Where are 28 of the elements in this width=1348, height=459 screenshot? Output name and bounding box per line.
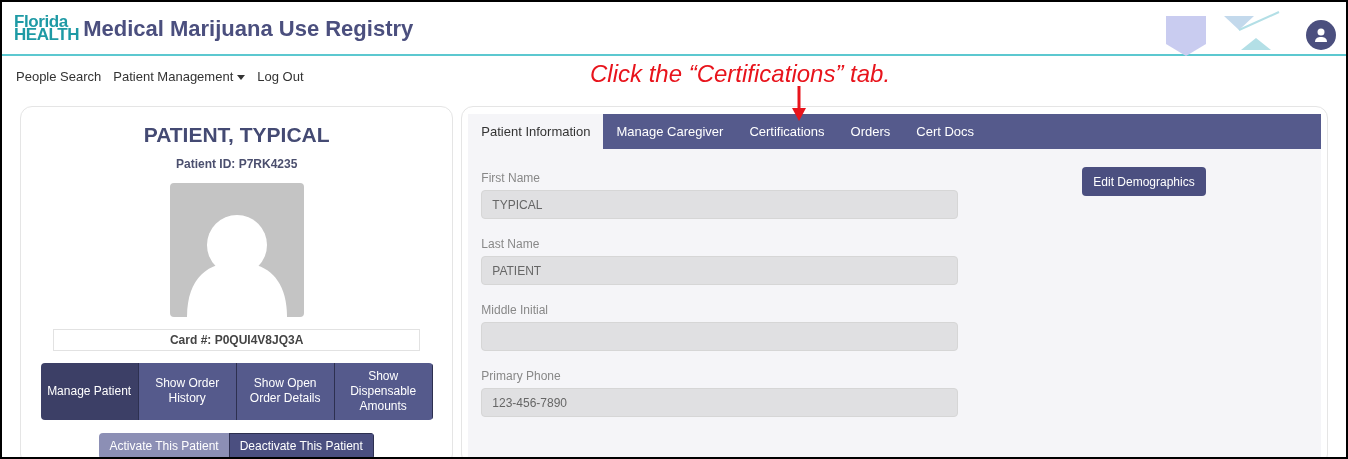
annotation-arrow [791, 86, 807, 122]
tab[interactable]: Orders [837, 114, 904, 149]
field-label: Primary Phone [481, 368, 562, 385]
logo-text: Florida [14, 15, 69, 28]
card-number: Card #: P0QUI4V8JQ3A [53, 328, 421, 351]
logo-text: HEALTH [14, 28, 80, 41]
tab[interactable]: Certifications [736, 114, 838, 149]
field-label: Last Name [481, 236, 541, 253]
tab[interactable]: Cert Docs [903, 114, 988, 149]
nav-link[interactable]: People Search [16, 67, 102, 87]
tab[interactable]: Patient Information [468, 114, 604, 149]
tab[interactable]: Manage Caregiver [603, 114, 737, 149]
instruction-annotation: Click the “Certifications” tab. [590, 59, 891, 89]
action-button[interactable]: Manage Patient [40, 362, 139, 420]
patient-name: PATIENT, TYPICAL [143, 122, 330, 148]
edit-demographics-button[interactable]: Edit Demographics [1082, 167, 1206, 196]
action-button[interactable]: Show Open Order Details [236, 362, 335, 420]
nav-link[interactable]: Log Out [257, 67, 304, 87]
caret-icon [237, 74, 246, 80]
action-button[interactable]: Show Order History [138, 362, 237, 420]
field-label: Middle Initial [481, 302, 549, 319]
patient-id: Patient ID: P7RK4235 [175, 155, 298, 173]
nav-dropdown[interactable]: Patient Management [113, 67, 246, 87]
user-avatar-icon[interactable] [1306, 20, 1336, 50]
status-button[interactable]: Deactivate This Patient [228, 432, 374, 457]
action-button[interactable]: Show Dispensable Amounts [334, 362, 433, 420]
field-label: First Name [481, 170, 541, 187]
site-title: Medical Marijuana Use Registry [83, 14, 414, 43]
